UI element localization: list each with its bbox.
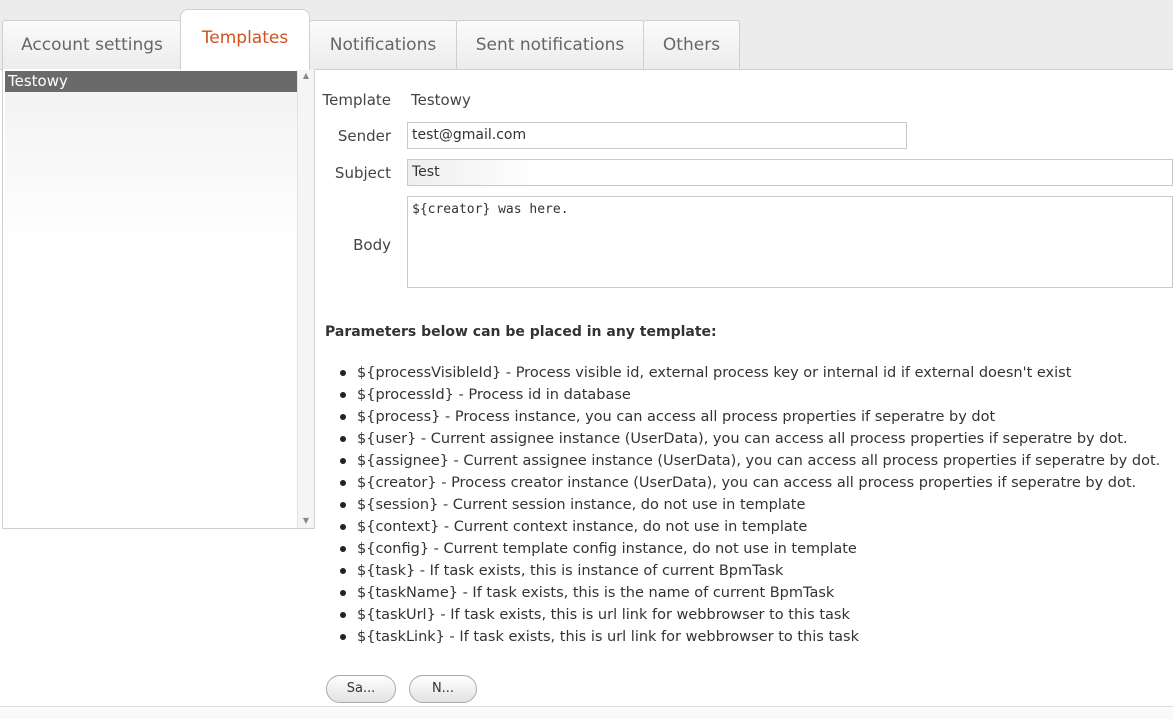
scroll-up-icon[interactable]: ▲ bbox=[298, 69, 314, 83]
list-background bbox=[5, 92, 299, 252]
tab-label: Account settings bbox=[21, 35, 163, 55]
new-button[interactable]: N... bbox=[409, 675, 477, 703]
list-item-testowy[interactable]: Testowy bbox=[5, 71, 299, 92]
tab-sent-notifications[interactable]: Sent notifications bbox=[456, 20, 644, 69]
tab-label: Templates bbox=[201, 28, 289, 48]
tab-notifications[interactable]: Notifications bbox=[309, 20, 457, 69]
tab-strip: Account settings Templates Notifications… bbox=[0, 0, 1173, 70]
tab-others[interactable]: Others bbox=[643, 20, 740, 69]
list-item: ${process} - Process instance, you can a… bbox=[325, 406, 1160, 428]
tab-label: Sent notifications bbox=[475, 35, 625, 55]
sender-label: Sender bbox=[337, 127, 391, 145]
list-item: ${taskLink} - If task exists, this is ur… bbox=[325, 626, 1160, 648]
list-item: ${taskName} - If task exists, this is th… bbox=[325, 582, 1160, 604]
parameters-list: ${processVisibleId} - Process visible id… bbox=[325, 362, 1160, 648]
tab-templates[interactable]: Templates bbox=[180, 9, 310, 70]
template-list: Testowy ▲ ▼ bbox=[2, 69, 315, 529]
list-item: ${assignee} - Current assignee instance … bbox=[325, 450, 1160, 472]
body-label: Body bbox=[353, 236, 391, 254]
template-label: Template bbox=[322, 91, 391, 109]
subject-label: Subject bbox=[334, 164, 391, 182]
save-button[interactable]: Sa... bbox=[326, 675, 396, 703]
tab-account-settings[interactable]: Account settings bbox=[2, 20, 182, 69]
template-name-value: Testowy bbox=[411, 91, 471, 109]
list-item: ${creator} - Process creator instance (U… bbox=[325, 472, 1160, 494]
tab-label: Others bbox=[662, 35, 721, 55]
sender-field[interactable]: test@gmail.com bbox=[407, 122, 907, 149]
bottom-border bbox=[0, 706, 1173, 719]
list-item: ${context} - Current context instance, d… bbox=[325, 516, 1160, 538]
subject-field[interactable]: Test bbox=[407, 159, 1173, 186]
body-textarea[interactable]: ${creator} was here. bbox=[407, 196, 1173, 288]
scroll-down-icon[interactable]: ▼ bbox=[298, 514, 314, 528]
list-item: ${processId} - Process id in database bbox=[325, 384, 1160, 406]
list-item: ${task} - If task exists, this is instan… bbox=[325, 560, 1160, 582]
tab-label: Notifications bbox=[329, 35, 437, 55]
parameters-heading: Parameters below can be placed in any te… bbox=[325, 324, 717, 340]
list-item: ${config} - Current template config inst… bbox=[325, 538, 1160, 560]
list-item: ${processVisibleId} - Process visible id… bbox=[325, 362, 1160, 384]
list-item: ${user} - Current assignee instance (Use… bbox=[325, 428, 1160, 450]
list-item: ${session} - Current session instance, d… bbox=[325, 494, 1160, 516]
list-item: ${taskUrl} - If task exists, this is url… bbox=[325, 604, 1160, 626]
